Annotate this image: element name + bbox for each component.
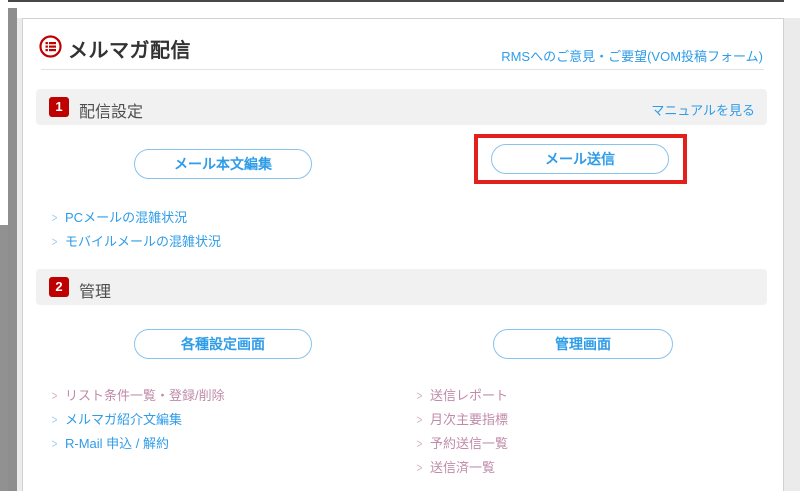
section-management-header: 2 管理 — [36, 269, 767, 305]
sent-list-link[interactable]: > 送信済一覧 — [416, 457, 495, 476]
header-divider — [41, 69, 764, 70]
chevron-right-icon: > — [416, 388, 423, 404]
management-screen-button[interactable]: 管理画面 — [493, 329, 673, 359]
list-conditions-link[interactable]: > リスト条件一覧・登録/削除 — [51, 385, 225, 404]
section-number-badge: 1 — [49, 97, 69, 117]
various-settings-button[interactable]: 各種設定画面 — [134, 329, 312, 359]
chevron-right-icon: > — [51, 412, 58, 428]
chevron-right-icon: > — [416, 460, 423, 476]
chevron-right-icon: > — [416, 436, 423, 452]
chevron-right-icon: > — [51, 436, 58, 452]
scheduled-send-list-link[interactable]: > 予約送信一覧 — [416, 433, 508, 452]
pc-mail-congestion-link[interactable]: > PCメールの混雑状況 — [51, 207, 187, 226]
chevron-right-icon: > — [416, 412, 423, 428]
rmail-apply-cancel-link[interactable]: > R-Mail 申込 / 解約 — [51, 433, 169, 452]
section-delivery-settings-header: 1 配信設定 マニュアルを見る — [36, 89, 767, 125]
mail-body-edit-button[interactable]: メール本文編集 — [134, 149, 312, 179]
window-top-edge — [8, 0, 784, 2]
chevron-right-icon: > — [51, 388, 58, 404]
send-report-link[interactable]: > 送信レポート — [416, 385, 508, 404]
section-title: 管理 — [79, 284, 112, 301]
mail-magazine-panel: メルマガ配信 RMSへのご意見・ご要望(VOM投稿フォーム) 1 配信設定 マニ… — [22, 18, 784, 491]
screen: メルマガ配信 RMSへのご意見・ご要望(VOM投稿フォーム) 1 配信設定 マニ… — [0, 0, 800, 491]
left-scrollbar[interactable] — [8, 8, 17, 491]
mobile-mail-congestion-link[interactable]: > モバイルメールの混雑状況 — [51, 231, 221, 250]
chevron-right-icon: > — [51, 210, 58, 226]
monthly-indicators-link[interactable]: > 月次主要指標 — [416, 409, 508, 428]
rms-feedback-link[interactable]: RMSへのご意見・ご要望(VOM投稿フォーム) — [501, 46, 763, 65]
section-title: 配信設定 — [79, 104, 144, 121]
highlight-box: メール送信 — [474, 134, 687, 184]
section-number-badge: 2 — [49, 277, 69, 297]
magazine-intro-edit-link[interactable]: > メルマガ紹介文編集 — [51, 409, 182, 428]
left-panel-edge — [0, 225, 8, 491]
chevron-right-icon: > — [51, 234, 58, 250]
mail-send-button[interactable]: メール送信 — [491, 144, 669, 174]
view-manual-link[interactable]: マニュアルを見る — [651, 100, 755, 119]
list-circle-icon — [39, 35, 62, 58]
page-title: メルマガ配信 — [68, 40, 191, 62]
